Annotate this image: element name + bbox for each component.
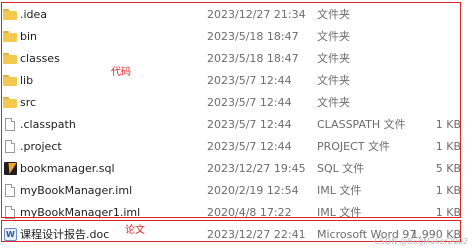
paper-annotation-label: 论文 xyxy=(125,225,145,236)
code-annotation-label: 代码 xyxy=(111,67,131,78)
code-annotation-box xyxy=(1,2,461,218)
watermark: CSDN @BugMaker2002 xyxy=(374,237,468,246)
